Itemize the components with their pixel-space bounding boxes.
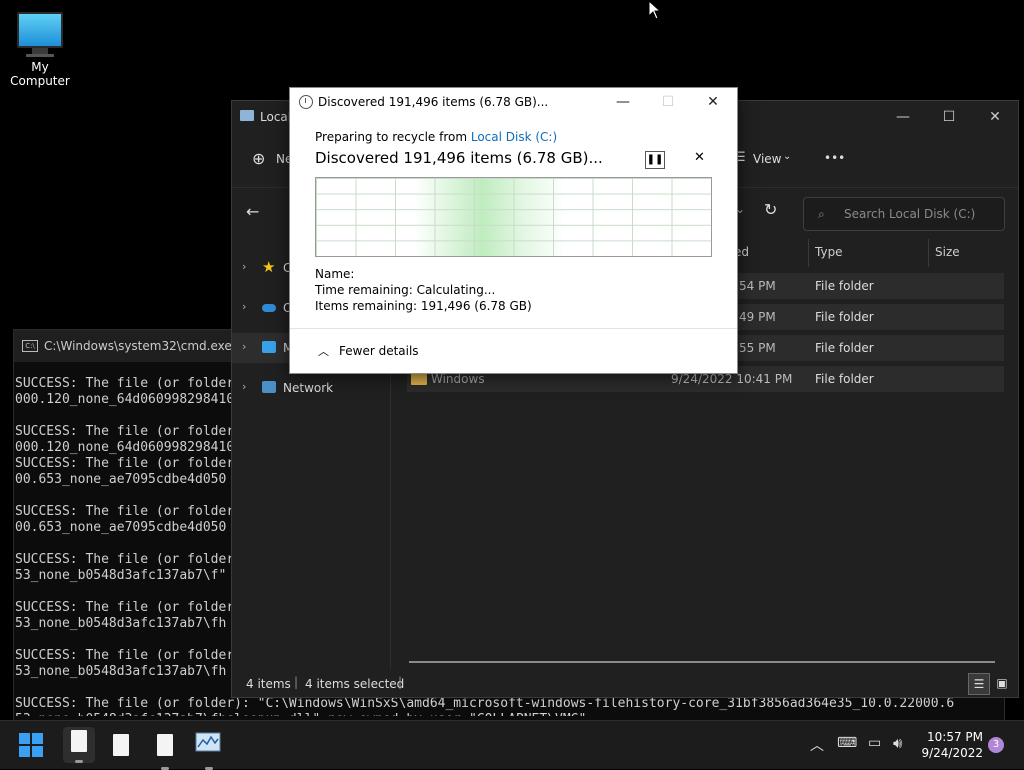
dialog-maximize-button: ☐ <box>661 94 675 110</box>
network-icon[interactable]: ▭ <box>868 735 881 751</box>
details-view-icon[interactable]: ☰ <box>968 673 990 695</box>
dialog-close-button[interactable]: ✕ <box>690 88 736 116</box>
maximize-button[interactable]: ☐ <box>926 101 972 133</box>
pause-button[interactable]: ❚❚ <box>645 151 665 169</box>
desktop-icon-my-computer[interactable]: My Computer <box>2 8 78 88</box>
start-button[interactable] <box>19 733 43 757</box>
network-icon <box>262 381 276 393</box>
chevron-up-icon: ︿ <box>318 345 329 358</box>
computer-icon <box>262 341 276 353</box>
fewer-details-button[interactable]: ︿ Fewer details <box>318 343 419 359</box>
nav-label: Network <box>283 381 334 395</box>
tiles-view-icon[interactable]: ▣ <box>992 673 1012 693</box>
status-item-count: 4 items <box>246 677 291 691</box>
file-date: :49 PM <box>735 310 776 324</box>
taskbar-app-4[interactable] <box>195 731 223 770</box>
file-name: Windows <box>431 372 485 386</box>
cloud-icon <box>262 304 276 312</box>
fewer-details-label: Fewer details <box>339 344 419 358</box>
dialog-title: Discovered 191,496 items (6.78 GB)... <box>318 95 549 109</box>
dialog-titlebar[interactable]: Discovered 191,496 items (6.78 GB)... — … <box>290 88 737 116</box>
cancel-button[interactable]: ✕ <box>694 150 705 165</box>
search-icon: ⌕ <box>818 207 825 221</box>
taskbar-app-3[interactable] <box>151 731 179 770</box>
chevron-right-icon[interactable]: › <box>242 260 246 273</box>
desktop-icon-label: My Computer <box>10 60 70 88</box>
view-button[interactable]: View <box>753 152 781 166</box>
volume-icon[interactable]: 🔊︎ <box>893 734 902 752</box>
dialog-minimize-button[interactable]: — <box>600 88 646 116</box>
file-date: :54 PM <box>735 279 776 293</box>
chevron-right-icon[interactable]: › <box>242 300 246 313</box>
search-placeholder: Search Local Disk (C:) <box>844 207 976 221</box>
column-type[interactable]: Type <box>815 245 843 259</box>
star-icon: ★ <box>262 258 276 276</box>
mouse-cursor-icon <box>648 0 662 20</box>
search-input[interactable]: ⌕ Search Local Disk (C:) <box>803 197 1005 231</box>
progress-heading: Discovered 191,496 items (6.78 GB)... <box>315 149 603 167</box>
chevron-down-icon: ⌄ <box>783 151 792 162</box>
keyboard-icon[interactable]: ⌨ <box>837 735 857 751</box>
preparing-text: Preparing to recycle from Local Disk (C:… <box>315 130 557 144</box>
minimize-button[interactable]: — <box>880 101 926 133</box>
clock-icon <box>299 95 313 109</box>
transfer-speed-graph <box>315 177 712 257</box>
document-icon <box>113 734 129 756</box>
close-button[interactable]: ✕ <box>972 101 1018 133</box>
preparing-prefix: Preparing to recycle from <box>315 130 471 144</box>
clock-date: 9/24/2022 <box>921 746 983 760</box>
file-type: File folder <box>815 372 874 386</box>
explorer-title: Local <box>260 110 292 124</box>
chevron-right-icon[interactable]: › <box>242 380 246 393</box>
clock-time: 10:57 PM <box>927 730 983 744</box>
column-size[interactable]: Size <box>935 245 960 259</box>
file-type: File folder <box>815 279 874 293</box>
file-type: File folder <box>815 310 874 324</box>
computer-icon <box>17 12 63 48</box>
new-icon[interactable]: ⊕ <box>252 149 265 168</box>
status-bar: 4 items | 4 items selected | ☰ ▣ <box>232 673 1018 697</box>
back-arrow-icon[interactable]: ← <box>246 202 259 221</box>
taskbar-app-1[interactable] <box>63 727 95 763</box>
status-selected-count: 4 items selected <box>305 677 405 691</box>
more-button[interactable]: ••• <box>824 151 845 165</box>
drive-icon <box>240 110 254 121</box>
file-date: :55 PM <box>735 341 776 355</box>
time-remaining: Time remaining: Calculating... <box>315 283 496 297</box>
taskbar-clock[interactable]: 10:57 PM 9/24/2022 <box>919 729 983 761</box>
items-remaining: Items remaining: 191,496 (6.78 GB) <box>315 299 532 313</box>
source-drive-link[interactable]: Local Disk (C:) <box>471 130 557 144</box>
cmd-icon: C:\ <box>22 340 38 352</box>
document-icon <box>71 730 87 752</box>
performance-monitor-icon <box>195 732 221 752</box>
folder-icon <box>411 373 427 385</box>
file-type: File folder <box>815 341 874 355</box>
recycle-progress-dialog[interactable]: Discovered 191,496 items (6.78 GB)... — … <box>289 87 738 374</box>
horizontal-scrollbar[interactable] <box>409 661 995 663</box>
chevron-up-icon[interactable]: ︿ <box>810 735 824 755</box>
file-date: 9/24/2022 10:41 PM <box>671 372 793 386</box>
refresh-icon[interactable]: ↻ <box>764 200 777 219</box>
taskbar: ︿ ⌨ ▭ 🔊︎ 10:57 PM 9/24/2022 3 <box>0 720 1024 770</box>
nav-item-network[interactable]: › Network <box>232 373 390 403</box>
document-icon <box>157 734 173 756</box>
taskbar-app-2[interactable] <box>107 731 135 759</box>
cmd-title: C:\Windows\system32\cmd.exe <box>44 339 232 353</box>
name-label: Name: <box>315 267 355 281</box>
notification-badge[interactable]: 3 <box>988 737 1004 753</box>
chevron-right-icon[interactable]: › <box>242 340 246 353</box>
